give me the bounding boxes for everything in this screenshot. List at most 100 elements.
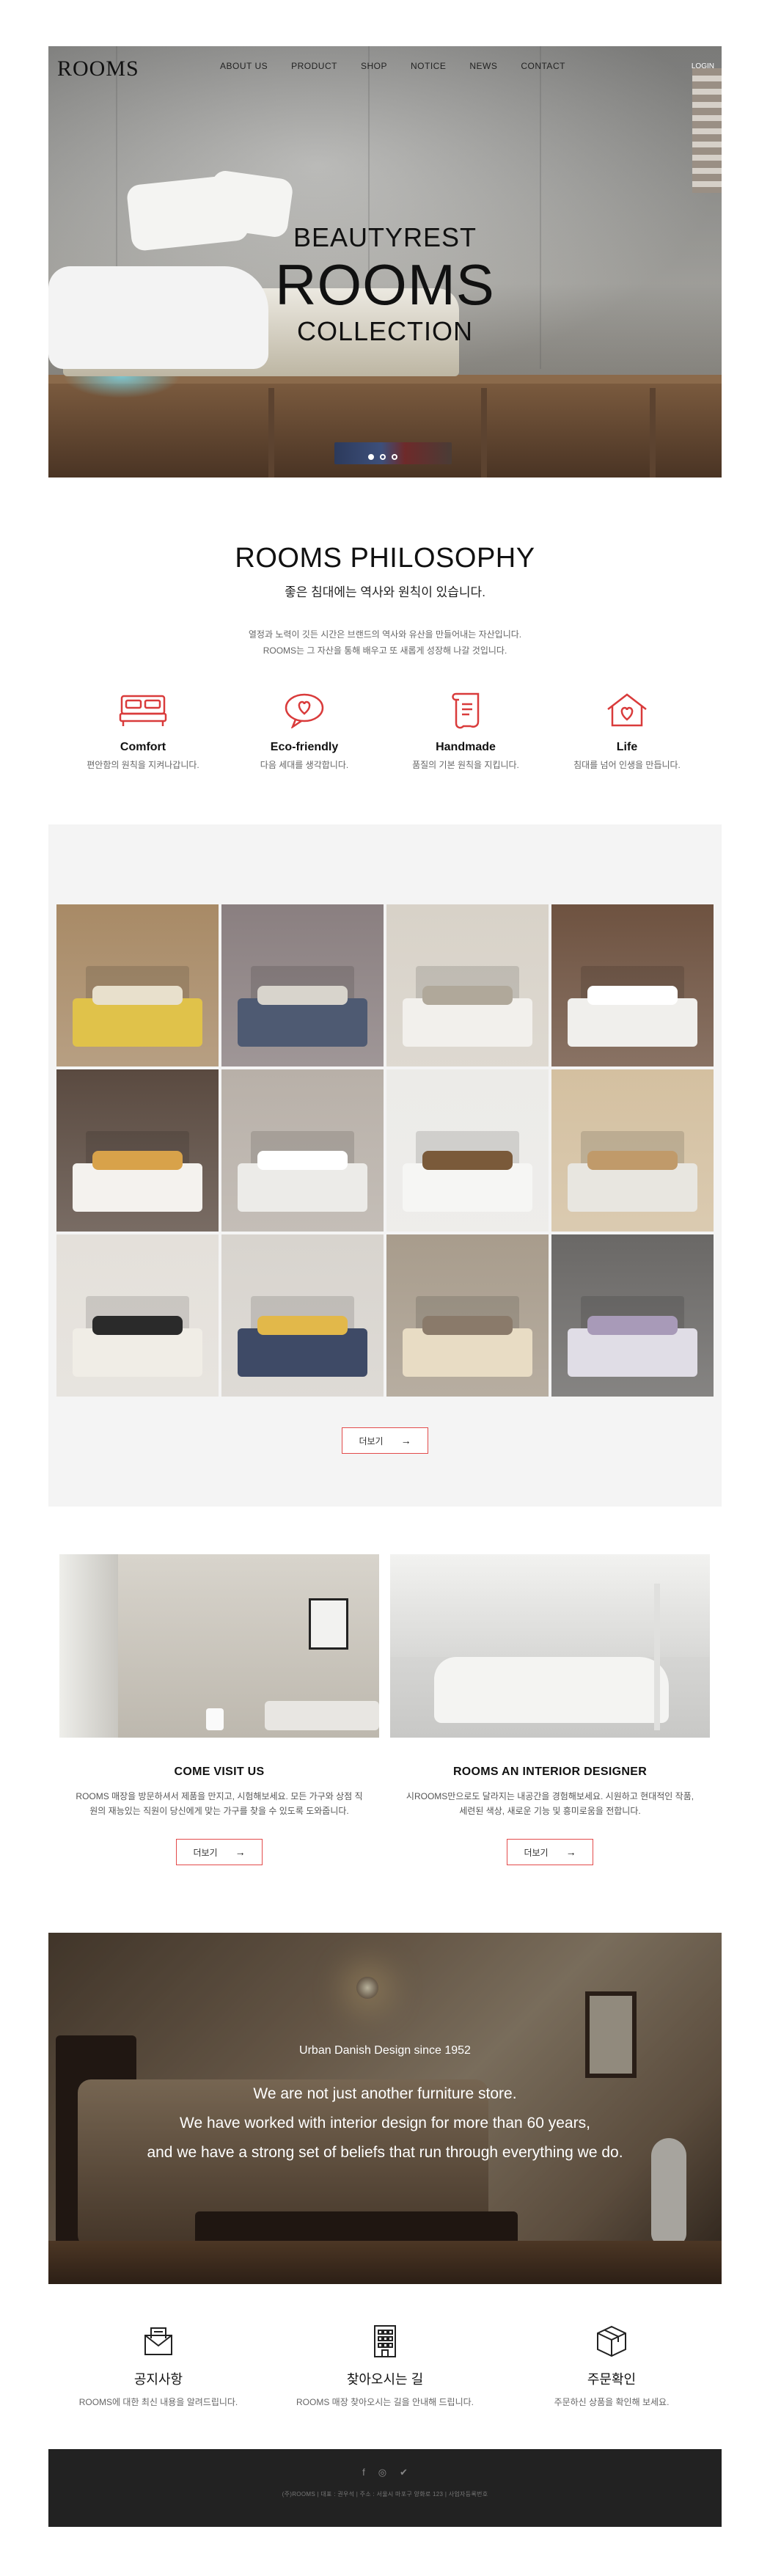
- pillow: [92, 1150, 183, 1171]
- hero-banner: ROOMS ABOUT US PRODUCT SHOP NOTICE NEWS …: [48, 46, 722, 477]
- bed: [238, 1328, 367, 1377]
- arrow-right-icon: →: [565, 1846, 576, 1858]
- banner-text: Urban Danish Design since 1952 We are no…: [48, 1933, 722, 2167]
- nav-shop[interactable]: SHOP: [361, 61, 387, 71]
- feature-title: Comfort: [120, 741, 166, 753]
- philosophy-desc-line: ROOMS는 그 자산을 통해 배우고 또 새롭게 성장해 나갈 것입니다.: [263, 645, 507, 656]
- arrow-right-icon: →: [400, 1435, 411, 1446]
- window-frame: [59, 1554, 118, 1738]
- info-desc: ROOMS에 대한 최신 내용을 알려드립니다.: [78, 2397, 238, 2407]
- gallery-tile[interactable]: [221, 904, 384, 1066]
- designer-image: [390, 1554, 710, 1738]
- vase: [206, 1708, 224, 1730]
- feature-title: Eco-friendly: [270, 741, 339, 753]
- main-menu: ABOUT US PRODUCT SHOP NOTICE NEWS CONTAC…: [220, 61, 589, 71]
- gallery-tile[interactable]: [221, 1069, 384, 1232]
- info-title: 찾아오시는 길: [346, 2372, 424, 2387]
- nav-contact[interactable]: CONTACT: [521, 61, 565, 71]
- visit-title: COME VISIT US: [174, 1765, 265, 1778]
- slider-dot[interactable]: [368, 454, 374, 460]
- slider-dot[interactable]: [380, 454, 386, 460]
- gallery-tile[interactable]: [56, 904, 219, 1066]
- shelf-divider: [268, 388, 274, 477]
- philosophy-desc-line: 열정과 노력이 깃든 시간은 브랜드의 역사와 유산을 만들어내는 자산입니다.: [248, 629, 522, 640]
- feature-desc: 편안함의 원칙을 지켜나갑니다.: [87, 760, 199, 770]
- arrow-right-icon: →: [235, 1846, 246, 1858]
- statement-line: We have worked with interior design for …: [180, 2115, 590, 2132]
- gallery-tile[interactable]: [221, 1234, 384, 1397]
- feature-title: Handmade: [436, 741, 496, 753]
- nav-product[interactable]: PRODUCT: [291, 61, 337, 71]
- home-heart-icon: [550, 689, 704, 731]
- pillow: [587, 985, 678, 1006]
- hero-line-3: COLLECTION: [296, 316, 474, 346]
- slider-dots: [368, 454, 397, 460]
- shelf-divider: [650, 388, 656, 477]
- bed: [73, 1163, 202, 1212]
- gallery-tile[interactable]: [551, 1234, 714, 1397]
- info-desc: ROOMS 매장 찾아오시는 길을 안내해 드립니다.: [296, 2397, 474, 2407]
- gallery-tile[interactable]: [551, 1069, 714, 1232]
- philosophy-subtitle: 좋은 침대에는 역사와 원칙이 있습니다.: [285, 585, 485, 599]
- visit-image: [59, 1554, 379, 1738]
- site-logo[interactable]: ROOMS: [57, 56, 139, 81]
- slider-dot[interactable]: [392, 454, 397, 460]
- gallery-grid: [56, 904, 714, 1397]
- pillow: [587, 1315, 678, 1336]
- pillow: [92, 1315, 183, 1336]
- nav-notice[interactable]: NOTICE: [411, 61, 446, 71]
- pillow: [587, 1150, 678, 1171]
- instagram-icon[interactable]: ◎: [378, 2467, 386, 2478]
- feature-handmade: Handmade 품질의 기본 원칙을 지킵니다.: [389, 689, 543, 771]
- product-gallery: 더보기 →: [48, 824, 722, 1507]
- feature-desc: 침대를 넘어 인생을 만듭니다.: [573, 760, 681, 770]
- info-desc: 주문하신 상품을 확인해 보세요.: [554, 2397, 670, 2407]
- info-title: 공지사항: [133, 2372, 183, 2387]
- info-order-check[interactable]: 주문확인 주문하신 상품을 확인해 보세요.: [502, 2324, 722, 2408]
- pillow: [422, 1150, 513, 1171]
- mail-icon: [48, 2324, 268, 2359]
- sofa: [265, 1701, 379, 1730]
- hero-line-1: BEAUTYREST: [293, 222, 477, 252]
- bed: [73, 1328, 202, 1377]
- bed: [238, 1163, 367, 1212]
- nav-about-us[interactable]: ABOUT US: [220, 61, 268, 71]
- site-footer: f ◎ ✔ (주)ROOMS | 대표 : 권우석 | 주소 : 서울시 마포구…: [48, 2449, 722, 2527]
- visit-more-button[interactable]: 더보기 →: [176, 1839, 263, 1865]
- feature-life: Life 침대를 넘어 인생을 만듭니다.: [550, 689, 704, 771]
- info-directions[interactable]: 찾아오시는 길 ROOMS 매장 찾아오시는 길을 안내해 드립니다.: [275, 2324, 495, 2408]
- bed-sheet: [434, 1657, 669, 1723]
- gallery-more-button[interactable]: 더보기 →: [342, 1427, 428, 1454]
- company-info: (주)ROOMS | 대표 : 권우석 | 주소 : 서울시 마포구 양화로 1…: [282, 2491, 488, 2498]
- gallery-tile[interactable]: [386, 1069, 549, 1232]
- login-link[interactable]: LOGIN: [692, 62, 714, 70]
- twitter-icon[interactable]: ✔: [400, 2467, 408, 2478]
- banner-statement: We are not just another furniture store.…: [48, 2079, 722, 2167]
- more-label: 더보기: [193, 1847, 218, 1858]
- pillow: [257, 985, 348, 1006]
- pillow: [422, 985, 513, 1006]
- shelf-divider: [481, 388, 487, 477]
- philosophy-description: 열정과 노력이 깃든 시간은 브랜드의 역사와 유산을 만들어내는 자산입니다.…: [0, 626, 770, 659]
- bed: [238, 998, 367, 1047]
- facebook-icon[interactable]: f: [362, 2467, 365, 2478]
- nav-news[interactable]: NEWS: [469, 61, 497, 71]
- pillow: [92, 985, 183, 1006]
- bed: [568, 1163, 697, 1212]
- more-label: 더보기: [359, 1435, 384, 1446]
- info-notice[interactable]: 공지사항 ROOMS에 대한 최신 내용을 알려드립니다.: [48, 2324, 268, 2408]
- pillow: [257, 1150, 348, 1171]
- gallery-tile[interactable]: [386, 1234, 549, 1397]
- gallery-tile[interactable]: [56, 1069, 219, 1232]
- heart-chat-icon: [227, 689, 381, 731]
- bed: [568, 1328, 697, 1377]
- gallery-tile[interactable]: [551, 904, 714, 1066]
- designer-more-button[interactable]: 더보기 →: [507, 1839, 593, 1865]
- philosophy-title: ROOMS PHILOSOPHY: [235, 543, 535, 574]
- gallery-tile[interactable]: [56, 1234, 219, 1397]
- feature-list: Comfort 편안함의 원칙을 지켜나갑니다. Eco-friendly 다음…: [66, 689, 704, 771]
- wall-picture: [309, 1598, 348, 1650]
- pillow: [422, 1315, 513, 1336]
- feature-desc: 다음 세대를 생각합니다.: [260, 760, 349, 770]
- gallery-tile[interactable]: [386, 904, 549, 1066]
